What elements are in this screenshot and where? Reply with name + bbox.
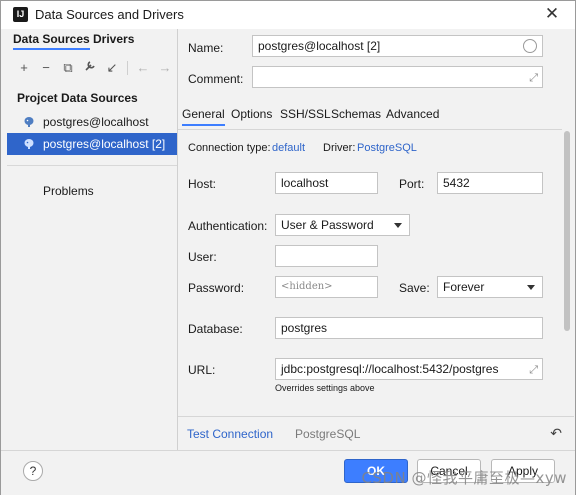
tab-schemas[interactable]: Schemas: [331, 107, 381, 121]
url-label: URL:: [188, 363, 216, 377]
authentication-select-value: User & Password: [281, 218, 374, 232]
password-label: Password:: [188, 281, 245, 295]
save-label: Save:: [399, 281, 430, 295]
port-field[interactable]: 5432: [437, 172, 543, 194]
sidebar: Data Sources Drivers + − ⧉ ↙ ← → Projcet…: [7, 29, 177, 454]
host-label: Host:: [188, 177, 217, 191]
forward-arrow-icon[interactable]: →: [154, 59, 176, 77]
user-label: User:: [188, 250, 217, 264]
wrench-icon[interactable]: [79, 59, 101, 77]
port-label: Port:: [399, 177, 425, 191]
add-icon[interactable]: +: [13, 59, 35, 77]
connection-bar: Test Connection PostgreSQL ↶: [178, 416, 574, 450]
postgresql-icon: [24, 117, 34, 127]
duplicate-icon[interactable]: ⧉: [57, 59, 79, 77]
remove-icon[interactable]: −: [35, 59, 57, 77]
chevron-down-icon: [527, 285, 535, 290]
host-field[interactable]: localhost: [275, 172, 378, 194]
intellij-app-icon: IJ: [13, 7, 28, 22]
sidebar-item-label: postgres@localhost [2]: [43, 137, 166, 151]
test-connection-link[interactable]: Test Connection: [187, 427, 273, 441]
sidebar-divider: [7, 165, 177, 166]
data-sources-dialog: IJ Data Sources and Drivers ✕ Data Sourc…: [0, 0, 576, 495]
driver-label: Driver:: [323, 142, 356, 154]
name-field[interactable]: postgres@localhost [2]: [252, 35, 543, 57]
password-field[interactable]: <hidden>: [275, 276, 378, 298]
revert-icon[interactable]: ↶: [550, 425, 562, 442]
tab-ssh-ssl[interactable]: SSH/SSL: [280, 107, 331, 121]
scrollbar-thumb[interactable]: [564, 131, 570, 331]
expand-icon[interactable]: ⤢: [529, 68, 538, 88]
expand-icon[interactable]: ⤢: [529, 360, 538, 380]
sidebar-item-postgres-localhost[interactable]: postgres@localhost: [7, 111, 177, 133]
sidebar-toolbar: + − ⧉ ↙ ← →: [13, 59, 176, 77]
sidebar-item-problems[interactable]: Problems: [43, 184, 94, 198]
sidebar-item-postgres-localhost-2[interactable]: postgres@localhost [2]: [7, 133, 177, 155]
name-label: Name:: [188, 41, 224, 55]
url-field-value: jdbc:postgresql://localhost:5432/postgre…: [281, 362, 499, 376]
postgresql-icon: [24, 139, 34, 149]
user-field[interactable]: [275, 245, 378, 267]
sidebar-item-label: postgres@localhost: [43, 115, 149, 129]
move-icon[interactable]: ↙: [101, 59, 123, 77]
tab-options[interactable]: Options: [231, 107, 272, 121]
watermark: CSDN @怪我平庸至极—xyw: [361, 469, 567, 487]
tab-data-sources[interactable]: Data Sources: [13, 32, 90, 50]
name-field-value: postgres@localhost [2]: [258, 39, 381, 53]
driver-link[interactable]: PostgreSQL: [357, 142, 417, 154]
wrench-icon-svg: [85, 61, 95, 71]
driver-name-label: PostgreSQL: [295, 427, 361, 441]
content-scrollbar[interactable]: [562, 129, 572, 416]
comment-label: Comment:: [188, 72, 244, 86]
color-picker-icon[interactable]: [523, 39, 537, 53]
close-icon[interactable]: ✕: [543, 5, 561, 23]
url-note: Overrides settings above: [275, 383, 375, 393]
authentication-label: Authentication:: [188, 219, 268, 233]
database-field[interactable]: postgres: [275, 317, 543, 339]
tab-advanced[interactable]: Advanced: [386, 107, 439, 121]
tab-drivers[interactable]: Drivers: [93, 32, 134, 46]
back-arrow-icon[interactable]: ←: [132, 59, 154, 77]
database-label: Database:: [188, 322, 243, 336]
connection-type-label: Connection type:: [188, 142, 271, 154]
sidebar-tabs: Data Sources Drivers: [7, 29, 177, 51]
project-data-sources-heading: Projcet Data Sources: [17, 91, 138, 105]
comment-field[interactable]: ⤢: [252, 66, 543, 88]
help-button[interactable]: ?: [23, 461, 43, 481]
tab-general[interactable]: General: [182, 107, 225, 126]
general-tab-content: Connection type: default Driver: Postgre…: [178, 129, 562, 416]
url-field[interactable]: jdbc:postgresql://localhost:5432/postgre…: [275, 358, 543, 380]
authentication-select[interactable]: User & Password: [275, 214, 410, 236]
title-bar: IJ Data Sources and Drivers ✕: [1, 1, 575, 29]
save-select-value: Forever: [443, 280, 485, 294]
save-select[interactable]: Forever: [437, 276, 543, 298]
connection-type-link[interactable]: default: [272, 142, 305, 154]
toolbar-separator: [127, 61, 128, 75]
window-title: Data Sources and Drivers: [35, 7, 184, 22]
settings-tabs: General Options SSH/SSL Schemas Advanced: [178, 103, 575, 127]
chevron-down-icon: [394, 223, 402, 228]
